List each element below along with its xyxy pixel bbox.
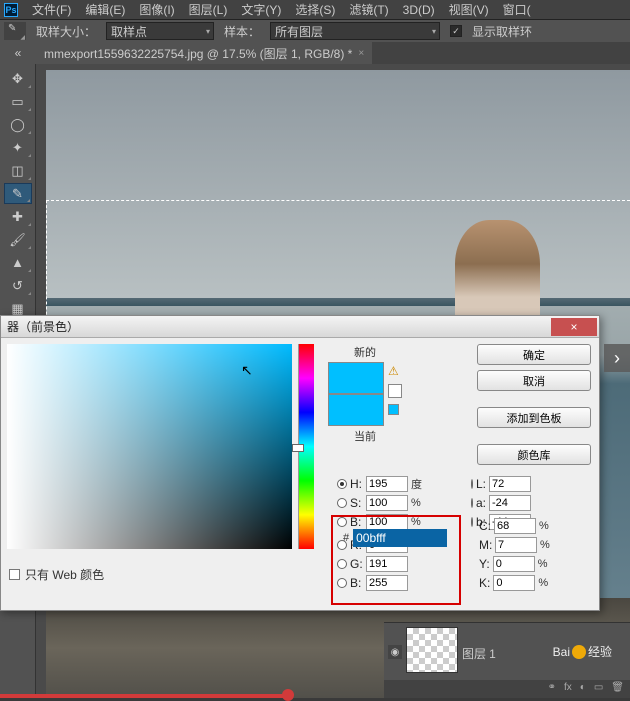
menu-filter[interactable]: 滤镜(T) [349, 1, 388, 18]
link-layers-icon[interactable]: ⚭ [548, 682, 556, 696]
hex-label: # [343, 532, 349, 544]
video-progress-thumb[interactable] [282, 689, 294, 701]
options-bar: 取样大小： 取样点 样本： 所有图层 ✓ 显示取样环 [0, 20, 630, 42]
document-tab-title: mmexport1559632225754.jpg @ 17.5% (图层 1,… [44, 45, 352, 62]
tool-preset-icon[interactable] [4, 22, 26, 40]
L-radio[interactable] [471, 479, 473, 489]
tab-scroll-left[interactable]: « [0, 42, 36, 64]
h-row: H:度 [337, 476, 463, 492]
bl-row: B: [337, 575, 463, 591]
h-input[interactable] [366, 476, 408, 492]
menu-3d[interactable]: 3D(D) [403, 3, 435, 17]
delete-layer-icon[interactable]: 🗑 [611, 682, 624, 696]
menu-select[interactable]: 选择(S) [295, 1, 335, 18]
a-input[interactable] [489, 495, 531, 511]
g-input[interactable] [366, 556, 408, 572]
a-radio[interactable] [471, 498, 473, 508]
menu-window[interactable]: 窗口( [503, 1, 531, 18]
mouse-cursor: ↖ [241, 362, 253, 379]
sample-size-label: 取样大小： [36, 23, 96, 40]
websafe-swatch-icon[interactable] [388, 404, 399, 415]
sample-layers-select[interactable]: 所有图层 [270, 22, 440, 40]
saturation-slider[interactable] [294, 344, 302, 549]
crop-tool[interactable]: ◫ [4, 160, 32, 181]
group-icon[interactable]: ▭ [594, 682, 603, 696]
dialog-titlebar[interactable]: 器（前景色） × [1, 316, 599, 338]
dialog-close-button[interactable]: × [551, 318, 597, 336]
Y-input[interactable] [493, 556, 535, 572]
magic-wand-tool[interactable]: ✦ [4, 137, 32, 158]
eyedropper-tool[interactable]: ✎ [4, 183, 32, 204]
color-picker-dialog: 器（前景色） × ↖ 新的 ⚠ 当前 H:度 [0, 315, 600, 611]
L-input[interactable] [489, 476, 531, 492]
marquee-tool[interactable]: ▭ [4, 91, 32, 112]
dialog-title: 器（前景色） [7, 318, 79, 335]
menu-file[interactable]: 文件(F) [32, 1, 71, 18]
paw-icon [572, 645, 586, 659]
show-ring-label: 显示取样环 [472, 23, 532, 40]
s-input[interactable] [366, 495, 408, 511]
new-color-label: 新的 [354, 344, 376, 360]
watermark: BaiBai 经验经验 [553, 643, 612, 660]
gamut-warning-icon[interactable]: ⚠ [388, 364, 402, 378]
healing-tool[interactable]: ✚ [4, 206, 32, 227]
history-brush-tool[interactable]: ↺ [4, 275, 32, 296]
cube-icon[interactable] [388, 384, 402, 398]
next-slide-button[interactable]: › [604, 344, 630, 372]
close-tab-icon[interactable]: × [358, 48, 364, 59]
ok-button[interactable]: 确定 [477, 344, 591, 365]
M-input[interactable] [495, 537, 537, 553]
color-library-button[interactable]: 颜色库 [477, 444, 591, 465]
marching-ants-top [46, 200, 630, 202]
cancel-button[interactable]: 取消 [477, 370, 591, 391]
document-tab-bar: « mmexport1559632225754.jpg @ 17.5% (图层 … [0, 42, 630, 64]
current-color-swatch [328, 394, 384, 426]
h-radio[interactable] [337, 479, 347, 489]
sample-label: 样本： [224, 23, 260, 40]
bl-input[interactable] [366, 575, 408, 591]
layers-panel-buttons: ⚭ fx ◐ ▭ 🗑 [384, 680, 630, 698]
photo-horizon [46, 298, 630, 306]
fx-icon[interactable]: fx [564, 682, 572, 696]
document-tab[interactable]: mmexport1559632225754.jpg @ 17.5% (图层 1,… [36, 42, 372, 65]
add-swatches-button[interactable]: 添加到色板 [477, 407, 591, 428]
stamp-tool[interactable]: ▲ [4, 252, 32, 273]
video-progress-bar[interactable] [0, 694, 288, 698]
menu-type[interactable]: 文字(Y) [241, 1, 281, 18]
g-radio[interactable] [337, 559, 347, 569]
b-input[interactable] [366, 514, 408, 530]
s-radio[interactable] [337, 498, 347, 508]
bb-radio[interactable] [471, 517, 473, 527]
layer-thumbnail[interactable] [406, 627, 458, 673]
move-tool[interactable]: ✥ [4, 68, 32, 89]
hex-row: # [343, 529, 447, 547]
sample-size-select[interactable]: 取样点 [106, 22, 214, 40]
photo-sky [46, 70, 630, 298]
main-menu-bar: Ps 文件(F) 编辑(E) 图像(I) 图层(L) 文字(Y) 选择(S) 滤… [0, 0, 630, 20]
web-only-label: 只有 Web 颜色 [25, 566, 104, 583]
K-input[interactable] [493, 575, 535, 591]
b-row: B:% [337, 514, 463, 530]
menu-edit[interactable]: 编辑(E) [85, 1, 125, 18]
mask-icon[interactable]: ◐ [580, 682, 586, 696]
s-row: S:% [337, 495, 463, 511]
layer-visibility-icon[interactable]: ◉ [388, 645, 402, 659]
show-ring-checkbox[interactable]: ✓ [450, 25, 462, 37]
app-logo: Ps [4, 3, 18, 17]
photo-subject [455, 220, 540, 330]
menu-image[interactable]: 图像(I) [139, 1, 174, 18]
hex-input[interactable] [353, 529, 447, 547]
brush-tool[interactable]: 🖌 [4, 229, 32, 250]
menu-layer[interactable]: 图层(L) [189, 1, 228, 18]
current-color-label: 当前 [354, 428, 376, 444]
g-row: G: [337, 556, 463, 572]
bl-radio[interactable] [337, 578, 347, 588]
b-radio[interactable] [337, 517, 347, 527]
web-only-row: 只有 Web 颜色 [9, 566, 104, 583]
new-color-swatch [328, 362, 384, 394]
menu-view[interactable]: 视图(V) [449, 1, 489, 18]
lasso-tool[interactable]: ◯ [4, 114, 32, 135]
C-input[interactable] [494, 518, 536, 534]
web-only-checkbox[interactable] [9, 569, 20, 580]
